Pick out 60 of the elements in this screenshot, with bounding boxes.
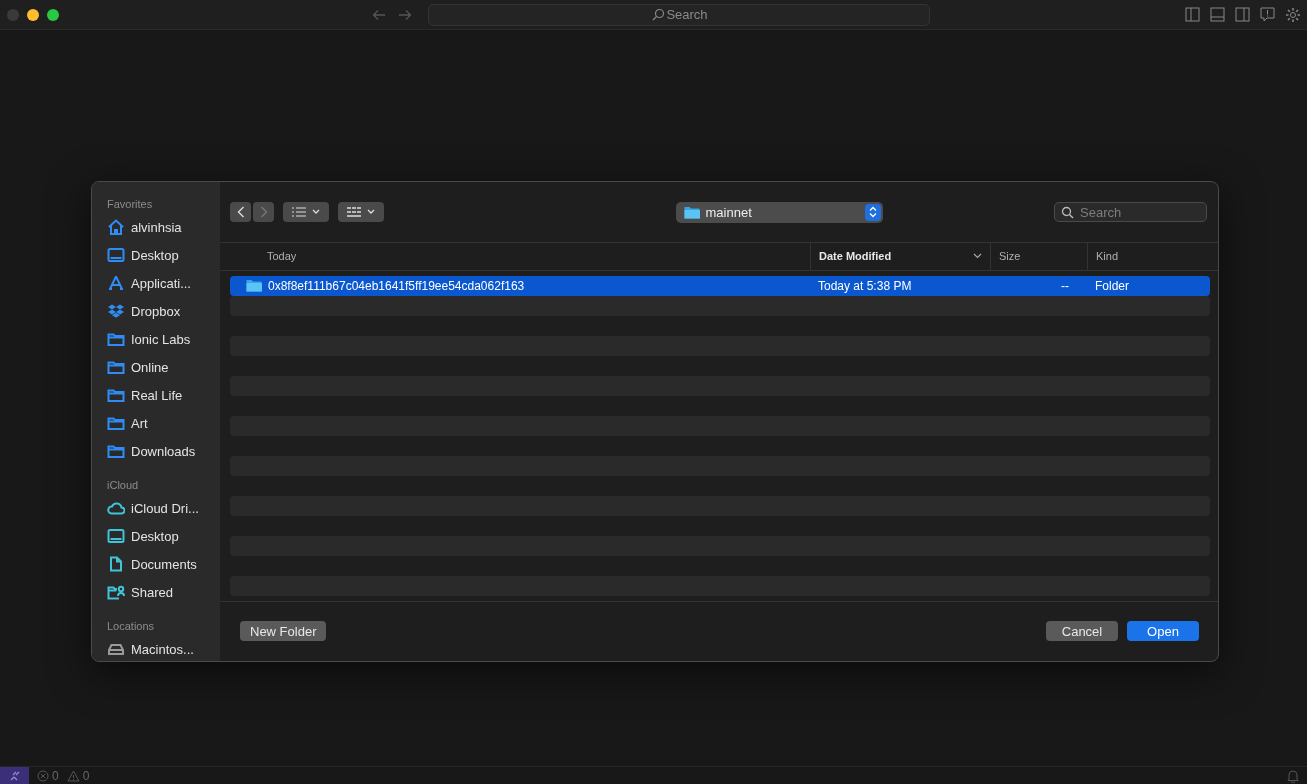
column-header[interactable]: Size [990, 243, 1087, 270]
bell-icon[interactable] [1287, 768, 1299, 783]
date-modified: Today at 5:38 PM [818, 278, 912, 293]
remote-icon [9, 770, 20, 781]
sidebar-item[interactable]: iCloud Dri... [107, 494, 220, 522]
sidebar-item[interactable]: Shared [107, 578, 220, 606]
zoom-button[interactable] [47, 8, 59, 21]
error-icon [37, 769, 49, 782]
sidebar-item[interactable]: Macintos... [107, 635, 220, 661]
caret-icon [367, 209, 375, 216]
column-header[interactable]: Date Modified [810, 243, 990, 270]
list-view-button[interactable] [283, 202, 329, 223]
remote-button[interactable] [0, 766, 29, 784]
sidebar-item[interactable]: Dropbox [107, 297, 220, 325]
sidebar-right-icon[interactable] [1235, 7, 1250, 22]
sort-chevron-icon [973, 253, 982, 260]
feedback-icon[interactable] [1260, 7, 1275, 22]
sidebar-item[interactable]: Documents [107, 550, 220, 578]
file-row[interactable]: 0x8f8ef111b67c04eb1641f5ff19ee54cda062f163 Today at 5:38 PM -- Folder [230, 275, 1210, 296]
panel-bottom-icon[interactable] [1210, 7, 1225, 22]
sidebar-section-title: Favorites [107, 198, 154, 212]
column-header[interactable]: Today [230, 243, 810, 270]
dialog-button[interactable]: Cancel [1046, 621, 1118, 642]
updown-chevron-icon [864, 203, 881, 221]
sidebar-item[interactable]: Online [107, 353, 220, 381]
sidebar-section-title: iCloud [107, 479, 140, 493]
settings-icon[interactable] [1285, 6, 1301, 23]
minimize-button[interactable] [27, 8, 39, 21]
dialog-button[interactable]: New Folder [240, 621, 327, 642]
group-view-button[interactable] [338, 202, 384, 223]
back-button[interactable] [230, 202, 251, 223]
sidebar-item[interactable]: Desktop [107, 522, 220, 550]
sidebar-item[interactable]: Art [107, 409, 220, 437]
sidebar-left-icon[interactable] [1185, 7, 1200, 22]
sidebar-item[interactable]: Real Life [107, 381, 220, 409]
file-kind: Folder [1095, 278, 1129, 293]
caret-icon [312, 209, 320, 216]
search-field[interactable]: Search [428, 3, 930, 26]
sidebar-section-title: Locations [107, 620, 156, 634]
warning-icon [66, 769, 80, 782]
column-header[interactable]: Kind [1087, 243, 1209, 270]
open-button[interactable]: Open [1127, 621, 1199, 642]
grid-icon [347, 207, 361, 218]
search-field[interactable]: Search [1054, 202, 1207, 223]
sidebar-item[interactable]: alvinhsia [107, 213, 220, 241]
search-icon [1061, 206, 1074, 220]
file-name: 0x8f8ef111b67c04eb1641f5ff19ee54cda062f163 [268, 278, 525, 293]
folder-icon [683, 205, 700, 219]
search-icon [652, 7, 665, 21]
file-size: -- [1061, 278, 1069, 293]
sidebar-item[interactable]: Downloads [107, 437, 220, 465]
location-popup[interactable]: mainnet [675, 201, 883, 223]
sidebar-item[interactable]: Applicati... [107, 269, 220, 297]
chevron-left-icon [236, 206, 245, 219]
sidebar-item[interactable]: Ionic Labs [107, 325, 220, 353]
chevron-right-icon [259, 206, 268, 219]
sidebar-item[interactable]: Desktop [107, 241, 220, 269]
list-icon [292, 207, 306, 218]
folder-icon [246, 279, 262, 293]
forward-button[interactable] [253, 202, 274, 223]
